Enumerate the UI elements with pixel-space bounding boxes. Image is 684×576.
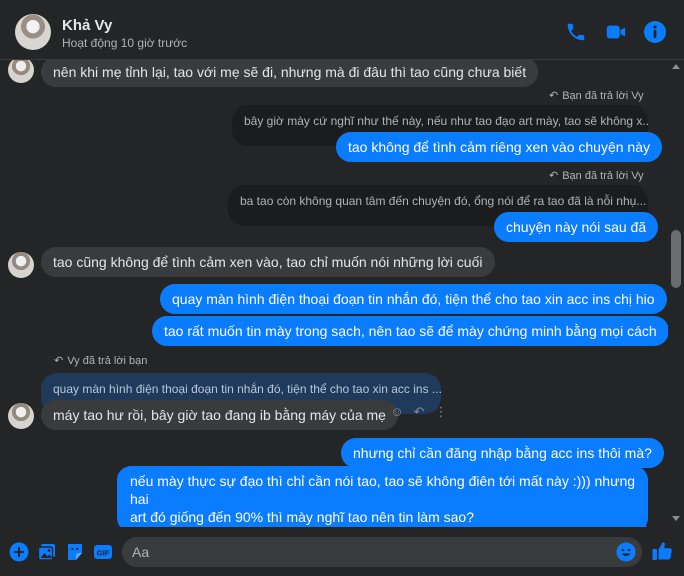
composer-bar: GIF [0,527,684,576]
contact-name[interactable]: Khả Vy [62,17,112,34]
message-incoming[interactable]: tao cũng không để tình cảm xen vào, tao … [41,247,495,277]
sender-avatar [8,252,34,278]
chat-header: Khả Vy Hoạt động 10 giờ trước [0,0,684,60]
reply-note: ↶ Vy đã trả lời bạn [54,354,147,367]
reply-arrow-icon: ↶ [549,90,559,102]
scroll-thumb[interactable] [671,230,681,288]
scroll-up-arrow[interactable] [672,64,680,69]
reply-note: ↶ Bạn đã trả lời Vy [549,169,644,182]
image-icon[interactable] [37,542,57,562]
message-outgoing[interactable]: quay màn hình điện thoại đoạn tin nhắn đ… [160,284,667,314]
scroll-down-arrow[interactable] [672,516,680,521]
sticker-icon[interactable] [65,542,85,562]
reply-note-text: Vy đã trả lời bạn [67,355,148,367]
sender-avatar [8,60,34,83]
reply-note: ↶ Bạn đã trả lời Vy [549,89,644,102]
message-outgoing[interactable]: tao rất muốn tin mày trong sạch, nên tao… [152,316,668,346]
emoji-icon[interactable] [616,542,636,562]
reply-arrow-icon: ↶ [549,170,559,182]
gif-label: GIF [97,549,110,558]
plus-icon[interactable] [9,542,29,562]
message-list[interactable]: nên khi mẹ tỉnh lại, tao với mẹ sẽ đi, n… [0,60,668,527]
scrollbar[interactable] [668,60,684,527]
reply-note-text: Bạn đã trả lời Vy [562,90,644,102]
phone-icon[interactable] [564,20,588,44]
message-line: nếu mày thực sự đạo thì chỉ cần nói tao,… [130,473,636,507]
message-outgoing[interactable]: tao không để tình cảm riêng xen vào chuy… [336,132,662,162]
message-outgoing[interactable]: nhưng chỉ cần đăng nhập bằng acc ins thô… [341,438,664,468]
contact-status: Hoạt động 10 giờ trước [62,36,188,50]
react-icon[interactable]: ☺ [390,405,404,419]
gif-icon[interactable]: GIF [93,542,113,562]
more-icon[interactable]: ⋮ [434,405,448,419]
message-outgoing[interactable]: chuyện này nói sau đã [494,212,659,242]
message-composer[interactable] [122,537,642,567]
reply-arrow-icon: ↶ [54,355,64,367]
video-call-icon[interactable] [604,20,628,44]
message-incoming[interactable]: nên khi mẹ tỉnh lại, tao với mẹ sẽ đi, n… [41,60,539,87]
reply-note-text: Bạn đã trả lời Vy [562,170,644,182]
contact-avatar[interactable] [15,14,51,50]
sender-avatar [8,403,34,429]
like-icon[interactable] [651,540,673,562]
info-icon[interactable] [643,20,667,44]
message-input[interactable] [132,537,602,567]
message-outgoing-partial[interactable] [521,518,648,527]
reply-icon[interactable]: ↶ [412,405,426,419]
message-incoming[interactable]: máy tao hư rồi, bây giờ tao đang ib bằng… [41,400,398,430]
